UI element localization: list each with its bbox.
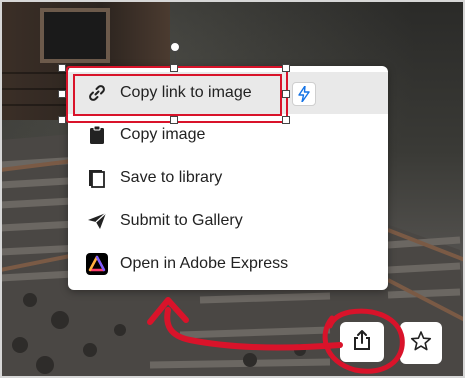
resize-handle[interactable]: [282, 116, 290, 124]
menu-item-label: Submit to Gallery: [120, 212, 243, 229]
context-menu: Copy link to image Copy image Save to li…: [68, 66, 388, 290]
resize-handle[interactable]: [58, 90, 66, 98]
resize-handle[interactable]: [170, 64, 178, 72]
menu-item-label: Copy image: [120, 126, 206, 143]
send-icon: [86, 210, 108, 232]
menu-item-label: Save to library: [120, 169, 223, 186]
menu-item-label: Copy link to image: [120, 84, 252, 101]
menu-item-label: Open in Adobe Express: [120, 255, 289, 272]
clipboard-icon: [86, 124, 108, 146]
star-icon: [410, 330, 432, 357]
copy-link-menu-item[interactable]: Copy link to image: [68, 72, 388, 114]
resize-handle[interactable]: [282, 90, 290, 98]
adobe-express-icon: [86, 253, 108, 275]
resize-handle[interactable]: [170, 116, 178, 124]
favorite-button[interactable]: [400, 322, 442, 364]
resize-handle[interactable]: [282, 64, 290, 72]
rotate-handle[interactable]: [170, 42, 180, 52]
open-in-adobe-express-menu-item[interactable]: Open in Adobe Express: [68, 243, 388, 285]
lightning-icon[interactable]: [292, 82, 316, 106]
save-to-library-menu-item[interactable]: Save to library: [68, 157, 388, 199]
share-icon: [351, 329, 373, 356]
share-button[interactable]: [340, 322, 384, 362]
resize-handle[interactable]: [58, 64, 66, 72]
submit-to-gallery-menu-item[interactable]: Submit to Gallery: [68, 200, 388, 242]
copy-image-menu-item[interactable]: Copy image: [68, 114, 388, 156]
library-icon: [86, 167, 108, 189]
resize-handle[interactable]: [58, 116, 66, 124]
link-icon: [86, 82, 108, 104]
